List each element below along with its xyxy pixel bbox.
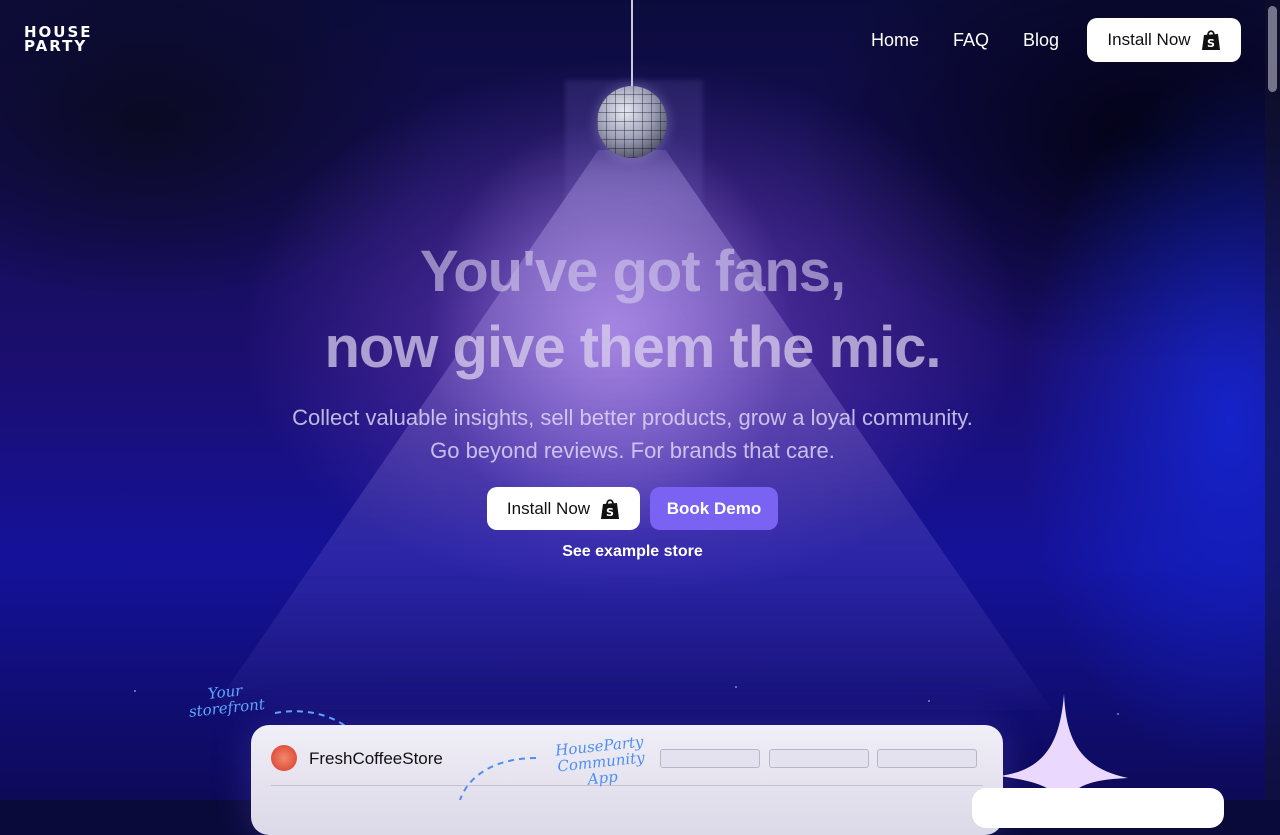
shopify-bag-icon: S	[601, 498, 620, 519]
community-app-panel	[972, 788, 1224, 828]
community-arrow-icon	[459, 757, 537, 800]
scrollbar-thumb[interactable]	[1268, 6, 1277, 92]
header-install-button[interactable]: Install Now S	[1087, 18, 1241, 62]
coffee-bean-icon	[271, 745, 297, 771]
nav-placeholder	[769, 749, 869, 768]
hero-subtitle-line-1: Collect valuable insights, sell better p…	[292, 405, 973, 430]
star-dot	[735, 686, 737, 688]
hero-install-label: Install Now	[506, 498, 591, 518]
star-dot	[928, 700, 930, 702]
book-demo-button[interactable]: Book Demo	[650, 487, 778, 530]
header-install-label: Install Now	[1107, 30, 1191, 49]
disco-string	[631, 0, 633, 90]
svg-text:S: S	[1207, 37, 1215, 50]
shopify-bag-icon: S	[1201, 30, 1220, 50]
scrollbar[interactable]	[1265, 0, 1280, 800]
hero-title-line-1: You've got fans,	[419, 239, 846, 304]
hero-title-line-2: now give them the mic.	[324, 315, 941, 380]
see-example-store-link[interactable]: See example store	[0, 543, 1265, 561]
card-divider	[271, 785, 983, 786]
disco-ball-icon	[597, 86, 667, 158]
logo-line-2: PARTY	[24, 37, 88, 55]
star-dot	[134, 690, 136, 692]
svg-text:S: S	[606, 506, 614, 519]
nav-placeholder	[877, 749, 977, 768]
nav-blog[interactable]: Blog	[1023, 30, 1059, 51]
nav-faq[interactable]: FAQ	[953, 30, 989, 51]
hero-subtitle-line-2: Go beyond reviews. For brands that care.	[430, 438, 835, 463]
nav-placeholder	[660, 749, 760, 768]
nav-home[interactable]: Home	[871, 30, 919, 51]
hero-install-button[interactable]: Install Now S	[487, 487, 640, 530]
main-nav: Home FAQ Blog	[871, 30, 1059, 51]
store-name: FreshCoffeeStore	[309, 749, 443, 768]
houseparty-logo[interactable]: HOUSE PARTY	[24, 25, 98, 55]
